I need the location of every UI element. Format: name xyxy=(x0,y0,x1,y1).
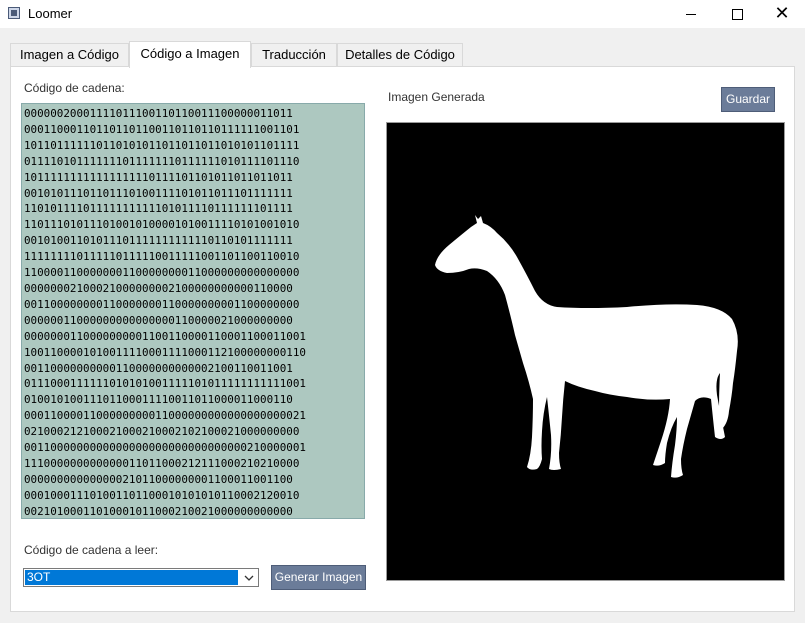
minimize-icon xyxy=(686,13,696,15)
tab-panel: Código de cadena: 0000002000111101110011… xyxy=(10,66,795,612)
code-label: Código de cadena: xyxy=(24,81,125,95)
generated-image-label: Imagen Generada xyxy=(388,90,485,104)
close-button[interactable]: ✕ xyxy=(759,0,805,28)
maximize-button[interactable] xyxy=(714,0,760,28)
generate-image-button[interactable]: Generar Imagen xyxy=(271,565,366,590)
chain-code-text: 0000002000111101110011011001110000001101… xyxy=(24,107,306,518)
tab-traduccion[interactable]: Traducción xyxy=(251,43,337,67)
window-title: Loomer xyxy=(28,6,73,21)
chain-code-textbox[interactable]: 0000002000111101110011011001110000001101… xyxy=(21,103,365,519)
title-bar: Loomer ✕ xyxy=(0,0,805,28)
generated-image xyxy=(386,122,785,581)
tab-imagen-a-codigo[interactable]: Imagen a Código xyxy=(10,43,129,67)
tab-codigo-a-imagen[interactable]: Código a Imagen xyxy=(129,41,251,68)
maximize-icon xyxy=(731,8,743,20)
minimize-button[interactable] xyxy=(668,0,714,28)
close-icon: ✕ xyxy=(774,3,790,24)
chevron-down-icon[interactable] xyxy=(240,570,257,585)
tab-detalles-de-codigo[interactable]: Detalles de Código xyxy=(337,43,463,67)
selected-value: 3OT xyxy=(25,570,238,585)
read-label: Código de cadena a leer: xyxy=(24,543,159,557)
chain-code-select[interactable]: 3OT xyxy=(23,568,259,587)
horse-silhouette xyxy=(435,215,738,478)
app-icon xyxy=(8,7,20,19)
save-button[interactable]: Guardar xyxy=(721,87,775,112)
